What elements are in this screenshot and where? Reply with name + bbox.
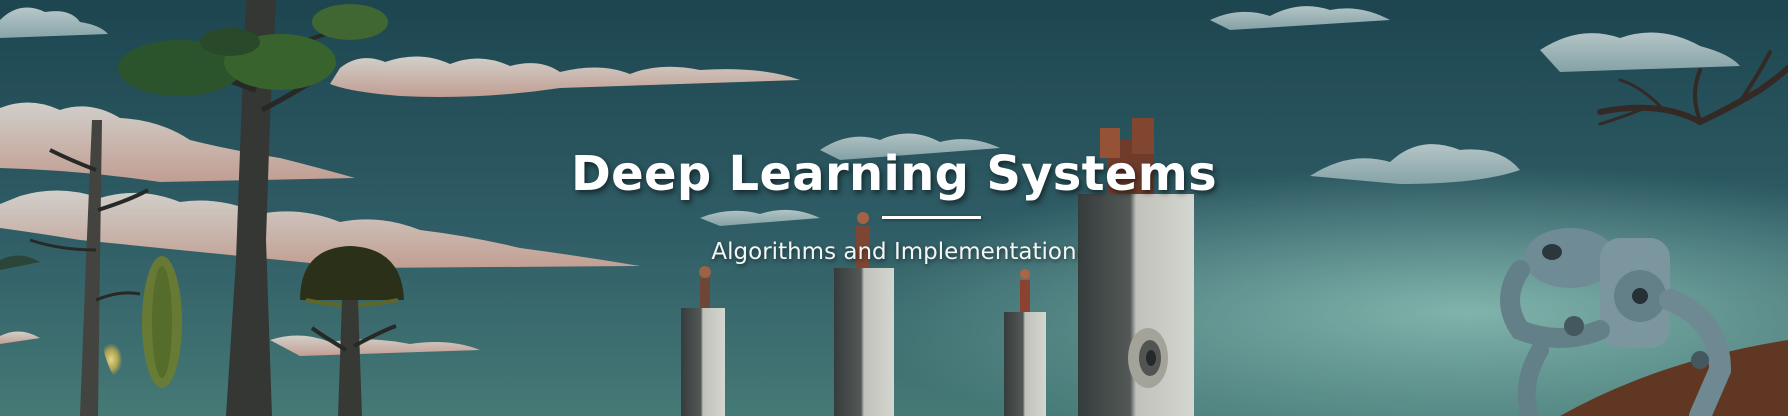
page-subtitle: Algorithms and Implementation — [711, 239, 1077, 265]
hero-text-block: Deep Learning Systems Algorithms and Imp… — [0, 0, 1788, 416]
page-title: Deep Learning Systems — [571, 146, 1217, 202]
hero-banner: Deep Learning Systems Algorithms and Imp… — [0, 0, 1788, 416]
title-divider — [882, 216, 981, 219]
